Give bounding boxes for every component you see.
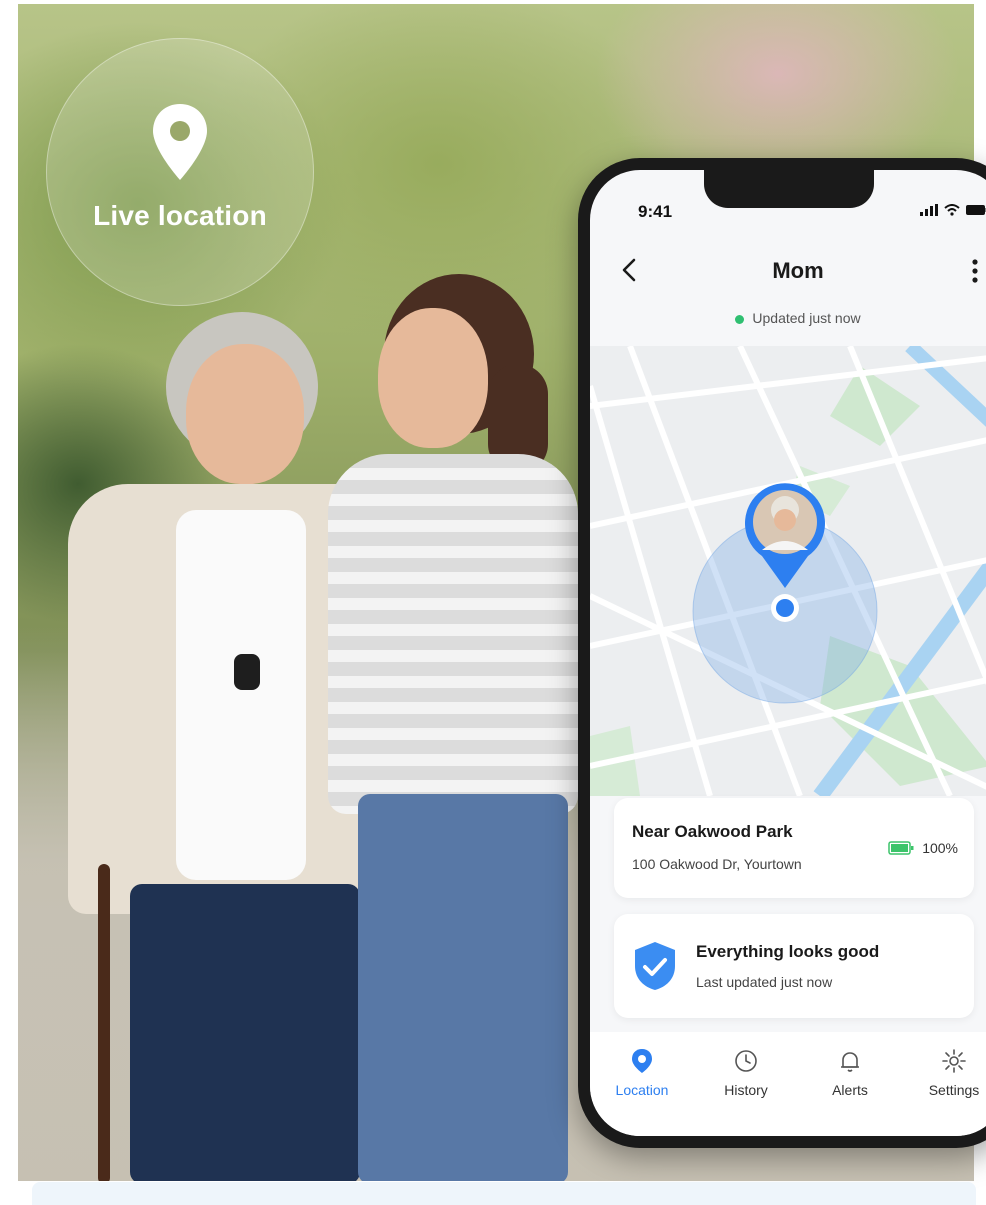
clock-icon xyxy=(735,1050,757,1072)
status-bar: 9:41 xyxy=(590,170,986,230)
map-canvas xyxy=(590,346,986,796)
map-pin-icon xyxy=(153,104,207,180)
tab-history-label: History xyxy=(724,1082,768,1098)
tab-alerts-label: Alerts xyxy=(832,1082,868,1098)
place-name: Near Oakwood Park xyxy=(632,822,793,841)
map-view[interactable] xyxy=(590,346,986,796)
live-location-label: Live location xyxy=(93,200,267,231)
shield-check-icon xyxy=(635,942,675,990)
top-bar: Mom xyxy=(590,250,986,290)
battery-level: 100% xyxy=(888,840,958,856)
updated-text: Updated just now xyxy=(752,310,861,326)
tab-settings-label: Settings xyxy=(928,1082,980,1098)
status-card: Everything looks good Last updated just … xyxy=(614,914,974,1018)
contact-name: Mom xyxy=(772,258,824,283)
place-address: 100 Oakwood Dr, Yourtown xyxy=(632,856,802,872)
bell-icon xyxy=(841,1052,859,1072)
location-pin-icon xyxy=(632,1049,652,1073)
tab-alerts[interactable]: Alerts xyxy=(805,1048,895,1098)
battery-status-icon xyxy=(966,205,986,215)
tab-location[interactable]: Location xyxy=(597,1048,687,1098)
gear-icon xyxy=(942,1049,966,1073)
bottom-tab-bar: Location History Alerts Settings xyxy=(590,1032,986,1136)
updated-status: Updated just now xyxy=(590,310,986,326)
more-options-icon[interactable] xyxy=(970,256,980,286)
location-card[interactable]: Near Oakwood Park 100 Oakwood Dr, Yourto… xyxy=(614,798,974,898)
status-title: Everything looks good xyxy=(696,942,880,961)
status-time: 9:41 xyxy=(638,202,673,221)
tab-location-label: Location xyxy=(615,1082,669,1098)
live-location-badge: Live location xyxy=(46,38,314,306)
online-dot xyxy=(735,314,745,324)
tab-settings[interactable]: Settings xyxy=(909,1048,986,1098)
battery-icon xyxy=(888,841,914,855)
bottom-strip xyxy=(32,1182,976,1205)
status-subtitle: Last updated just now xyxy=(696,974,833,990)
phone-screen: 9:41 Mom Updated just now Near Oakwood P… xyxy=(590,170,986,1136)
younger-woman xyxy=(318,274,598,1181)
wifi-icon xyxy=(944,204,960,216)
phone-mockup: 9:41 Mom Updated just now Near Oakwood P… xyxy=(578,158,986,1148)
status-icons xyxy=(920,204,986,216)
signal-icon xyxy=(920,204,938,216)
tab-history[interactable]: History xyxy=(701,1048,791,1098)
battery-percent: 100% xyxy=(922,840,958,856)
